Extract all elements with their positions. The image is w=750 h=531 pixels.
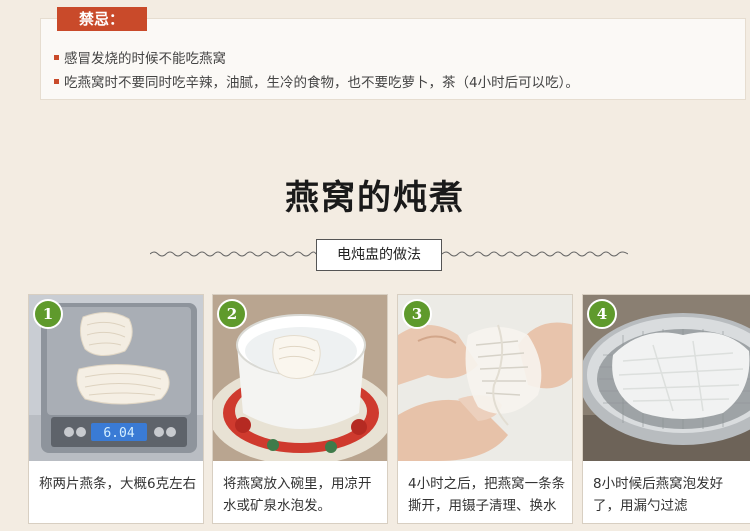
warning-tag: 禁忌： (57, 7, 147, 31)
step-description: 称两片燕条，大概6克左右 (39, 476, 197, 492)
wave-divider-left (150, 251, 316, 257)
step-card-4: 4 8小时候后燕窝泡发好了，用漏勺过滤 (582, 294, 750, 524)
wave-divider-right (442, 251, 628, 257)
step-card-2: 2 将燕窝放入碗里，用凉开水或矿泉水泡发。 (212, 294, 388, 524)
warning-item-text: 感冒发烧的时候不能吃燕窝 (64, 51, 226, 67)
step-description: 4小时之后，把燕窝一条条撕开，用镊子清理、换水 (408, 476, 566, 514)
warning-item: 感冒发烧的时候不能吃燕窝 (54, 47, 226, 67)
step-card-3: 3 4小时之后，把燕窝一条条撕开，用镊子清理、换水 (397, 294, 573, 524)
step-card-1: 6.04 1 称两片燕条，大概6克左右 (28, 294, 204, 524)
section-title: 燕窝的炖煮 (285, 178, 465, 218)
warning-item: 吃燕窝时不要同时吃辛辣，油腻，生冷的食物，也不要吃萝卜，茶（4小时后可以吃）。 (54, 71, 579, 91)
step-number-badge: 4 (587, 299, 617, 329)
bullet-icon (54, 78, 59, 84)
step-number-badge: 3 (402, 299, 432, 329)
warning-item-text: 吃燕窝时不要同时吃辛辣，油腻，生冷的食物，也不要吃萝卜，茶（4小时后可以吃）。 (64, 75, 579, 91)
step-number-badge: 2 (217, 299, 247, 329)
section-subtitle: 电炖盅的做法 (316, 239, 442, 271)
step-description: 8小时候后燕窝泡发好了，用漏勺过滤 (593, 476, 724, 514)
scale-readout: 6.04 (103, 426, 134, 441)
step-description: 将燕窝放入碗里，用凉开水或矿泉水泡发。 (223, 476, 372, 514)
step-number-badge: 1 (33, 299, 63, 329)
bullet-icon (54, 54, 59, 60)
